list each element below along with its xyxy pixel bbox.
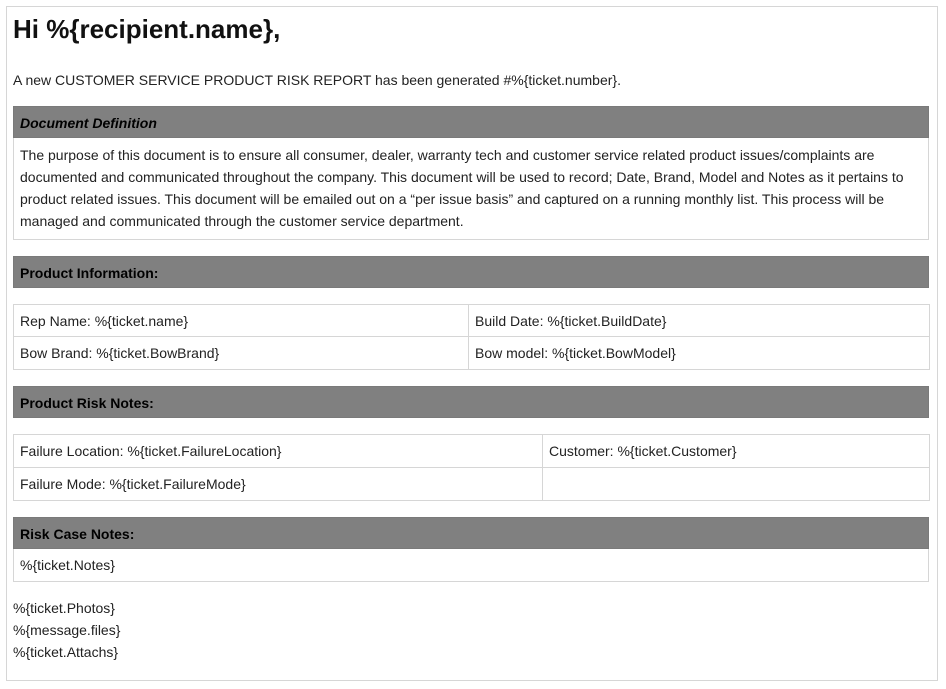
empty-cell: [542, 467, 930, 501]
document-definition-body: The purpose of this document is to ensur…: [13, 138, 929, 240]
attachs-placeholder: %{ticket.Attachs}: [13, 644, 119, 660]
table-row: Failure Location: %{ticket.FailureLocati…: [13, 434, 930, 468]
risk-case-notes-body: %{ticket.Notes}: [13, 549, 929, 582]
product-risk-notes-header: Product Risk Notes:: [13, 386, 929, 418]
failure-mode-cell: Failure Mode: %{ticket.FailureMode}: [13, 467, 543, 501]
customer-cell: Customer: %{ticket.Customer}: [542, 434, 930, 468]
intro-text: A new CUSTOMER SERVICE PRODUCT RISK REPO…: [13, 72, 621, 88]
build-date-cell: Build Date: %{ticket.BuildDate}: [468, 304, 930, 337]
risk-case-notes-section: Risk Case Notes: %{ticket.Notes}: [13, 517, 929, 582]
product-risk-notes-table: Failure Location: %{ticket.FailureLocati…: [13, 434, 930, 501]
files-placeholder: %{message.files}: [13, 622, 121, 638]
bow-brand-cell: Bow Brand: %{ticket.BowBrand}: [13, 336, 469, 370]
rep-name-cell: Rep Name: %{ticket.name}: [13, 304, 469, 337]
document-definition-header: Document Definition: [13, 106, 929, 138]
bow-model-cell: Bow model: %{ticket.BowModel}: [468, 336, 930, 370]
risk-case-notes-header: Risk Case Notes:: [13, 517, 929, 549]
table-row: Rep Name: %{ticket.name} Build Date: %{t…: [13, 304, 930, 337]
document-definition-section: Document Definition The purpose of this …: [13, 106, 929, 240]
product-information-section: Product Information: Rep Name: %{ticket.…: [13, 256, 930, 370]
table-row: Failure Mode: %{ticket.FailureMode}: [13, 467, 930, 501]
table-row: Bow Brand: %{ticket.BowBrand} Bow model:…: [13, 336, 930, 370]
product-information-header: Product Information:: [13, 256, 929, 288]
email-body: Hi %{recipient.name}, A new CUSTOMER SER…: [13, 13, 930, 663]
greeting-heading: Hi %{recipient.name},: [13, 14, 281, 44]
photos-placeholder: %{ticket.Photos}: [13, 600, 115, 616]
product-risk-notes-section: Product Risk Notes: Failure Location: %{…: [13, 386, 930, 501]
footer-placeholders: %{ticket.Photos} %{message.files} %{tick…: [13, 597, 929, 663]
failure-location-cell: Failure Location: %{ticket.FailureLocati…: [13, 434, 543, 468]
product-information-table: Rep Name: %{ticket.name} Build Date: %{t…: [13, 304, 930, 370]
